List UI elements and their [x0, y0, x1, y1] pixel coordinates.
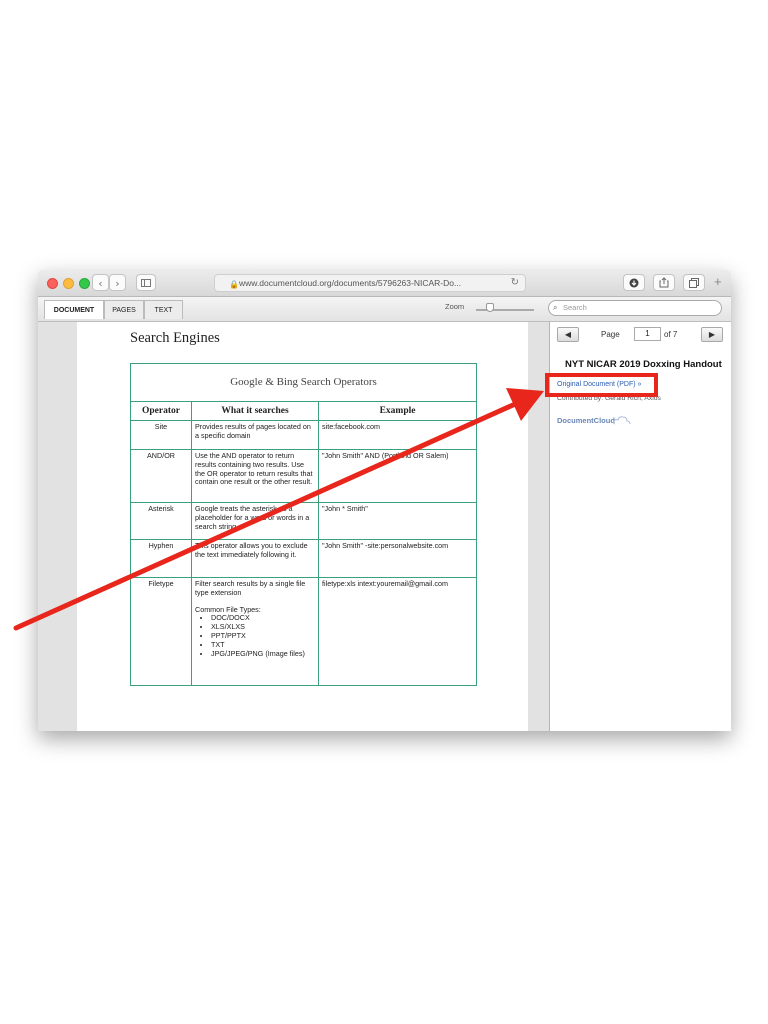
- lock-icon: 🔒: [229, 280, 239, 289]
- sidebar-toggle-button[interactable]: [136, 274, 156, 291]
- description-text: Filter search results by a single file t…: [195, 579, 306, 597]
- sidebar-icon: [141, 279, 151, 287]
- operators-table: Google & Bing Search Operators Operator …: [129, 363, 478, 686]
- cloud-icon: [613, 416, 631, 425]
- zoom-slider-handle[interactable]: [486, 303, 494, 312]
- share-icon: [659, 277, 669, 288]
- tab-document[interactable]: DOCUMENT: [44, 300, 104, 319]
- list-item: JPG/JPEG/PNG (Image files): [211, 649, 315, 659]
- operator-cell: Hyphen: [130, 539, 192, 578]
- logo-text: DocumentCloud: [557, 416, 615, 425]
- description-cell: Google treats the asterisk as a placehol…: [191, 502, 319, 540]
- description-cell: Filter search results by a single file t…: [191, 577, 319, 686]
- example-cell: "John Smith" AND (Portland OR Salem): [317, 449, 478, 503]
- zoom-label: Zoom: [445, 302, 465, 311]
- next-page-button[interactable]: ▶: [701, 327, 723, 342]
- table-row: Hyphen This operator allows you to exclu…: [130, 539, 478, 578]
- tab-pages[interactable]: PAGES: [104, 300, 144, 319]
- reload-icon[interactable]: ↻: [511, 275, 519, 291]
- tabs-icon: [689, 278, 699, 288]
- minimize-window-button[interactable]: [63, 278, 74, 289]
- document-left-gutter: [38, 322, 77, 731]
- downloads-button[interactable]: [623, 274, 645, 291]
- example-cell: site:facebook.com: [317, 420, 478, 450]
- chevron-right-icon: ›: [115, 277, 120, 290]
- zoom-window-button[interactable]: [79, 278, 90, 289]
- new-tab-icon[interactable]: +: [714, 274, 722, 289]
- page-number-input[interactable]: 1: [634, 327, 661, 341]
- page-heading: Search Engines: [130, 330, 220, 346]
- document-page: Search Engines Google & Bing Search Oper…: [77, 322, 528, 731]
- search-placeholder: Search: [563, 303, 587, 312]
- document-title: NYT NICAR 2019 Doxxing Handout: [565, 359, 722, 370]
- zoom-slider[interactable]: [476, 309, 534, 311]
- tab-text[interactable]: TEXT: [144, 300, 183, 319]
- list-item: PPT/PPTX: [211, 631, 315, 641]
- example-cell: filetype:xls intext:youremail@gmail.com: [317, 577, 478, 686]
- table-row: AND/OR Use the AND operator to return re…: [130, 449, 478, 503]
- column-header-example: Example: [317, 401, 478, 421]
- table-row: Asterisk Google treats the asterisk as a…: [130, 502, 478, 540]
- table-row: Filetype Filter search results by a sing…: [130, 577, 478, 686]
- triangle-left-icon: ◀: [564, 330, 572, 339]
- description-cell: Provides results of pages located on a s…: [191, 420, 319, 450]
- operator-cell: Site: [130, 420, 192, 450]
- operator-cell: AND/OR: [130, 449, 192, 503]
- example-cell: "John Smith" -site:personalwebsite.com: [317, 539, 478, 578]
- operator-cell: Filetype: [130, 577, 192, 686]
- chevron-left-icon: ‹: [98, 277, 103, 290]
- url-text: www.documentcloud.org/documents/5796263-…: [239, 278, 462, 288]
- document-right-gutter[interactable]: [528, 322, 549, 731]
- operator-cell: Asterisk: [130, 502, 192, 540]
- address-bar[interactable]: 🔒 www.documentcloud.org/documents/579626…: [214, 274, 526, 292]
- table-caption: Google & Bing Search Operators: [129, 363, 478, 402]
- triangle-right-icon: ▶: [708, 330, 716, 339]
- document-search-input[interactable]: ⌕ Search: [548, 300, 722, 316]
- original-document-link[interactable]: Original Document (PDF) »: [557, 381, 641, 388]
- description-cell: This operator allows you to exclude the …: [191, 539, 319, 578]
- contributor-text: Contributed by: Gerald Rich, Axios: [557, 395, 661, 402]
- browser-window: ‹ › 🔒 www.documentcloud.org/documents/57…: [38, 270, 731, 731]
- column-header-operator: Operator: [130, 401, 192, 421]
- example-cell: "John * Smith": [317, 502, 478, 540]
- back-button[interactable]: ‹: [92, 274, 109, 291]
- documentcloud-logo[interactable]: DocumentCloud: [557, 416, 631, 426]
- search-icon: ⌕: [553, 303, 558, 312]
- column-header-what: What it searches: [191, 401, 319, 421]
- table-row: Site Provides results of pages located o…: [130, 420, 478, 450]
- description-cell: Use the AND operator to return results c…: [191, 449, 319, 503]
- page-label: Page: [601, 330, 620, 339]
- previous-page-button[interactable]: ◀: [557, 327, 579, 342]
- forward-button[interactable]: ›: [109, 274, 126, 291]
- tabs-overview-button[interactable]: [683, 274, 705, 291]
- file-types-list: DOC/DOCX XLS/XLXS PPT/PPTX TXT JPG/JPEG/…: [195, 614, 315, 658]
- document-sidebar: ◀ Page 1 of 7 ▶ NYT NICAR 2019 Doxxing H…: [549, 322, 731, 731]
- page-count: of 7: [664, 330, 678, 339]
- close-window-button[interactable]: [47, 278, 58, 289]
- download-icon: [629, 278, 639, 288]
- share-button[interactable]: [653, 274, 675, 291]
- browser-titlebar: ‹ › 🔒 www.documentcloud.org/documents/57…: [38, 270, 731, 297]
- viewer-toolbar: DOCUMENT PAGES TEXT Zoom ⌕ Search: [38, 297, 731, 322]
